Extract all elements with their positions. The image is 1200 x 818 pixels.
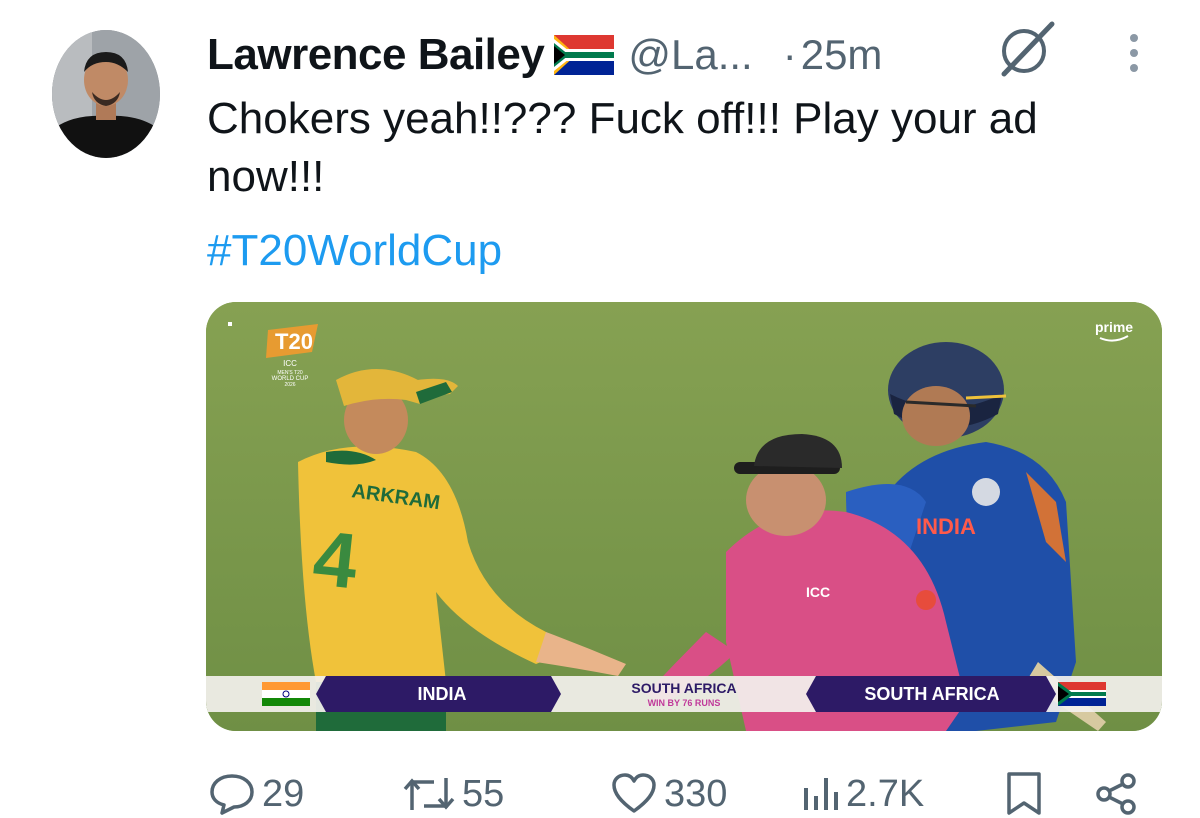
umpire-logo: ICC — [806, 584, 830, 600]
more-icon[interactable] — [1116, 30, 1152, 76]
author-handle[interactable]: @La... — [628, 31, 752, 79]
jersey-number: 4 — [309, 513, 361, 605]
tweet-header: Lawrence Bailey @La... · 25m — [207, 28, 882, 82]
reply-icon — [210, 774, 254, 815]
south-africa-flag-icon — [1058, 682, 1106, 706]
repost-icon — [403, 778, 455, 810]
repost-count: 55 — [462, 772, 505, 815]
broadcaster-logo: prime — [1095, 319, 1133, 335]
tweet-text: Chokers yeah!!??? Fuck off!!! Play your … — [207, 94, 1038, 201]
hashtag-link[interactable]: #T20WorldCup — [207, 222, 502, 280]
views-button[interactable]: 2.7K — [800, 770, 924, 818]
views-icon — [804, 778, 838, 810]
separator-dot: · — [782, 31, 797, 78]
scorebug-team-right: SOUTH AFRICA — [864, 684, 999, 704]
south-africa-flag-icon — [554, 35, 615, 75]
svg-text:T20: T20 — [275, 329, 313, 354]
like-icon — [612, 773, 656, 813]
view-count: 2.7K — [846, 772, 925, 815]
svg-text:2026: 2026 — [284, 382, 295, 388]
svg-text:ICC: ICC — [283, 359, 297, 368]
like-count: 330 — [664, 772, 728, 815]
reply-count: 29 — [262, 772, 305, 815]
scorebug-result-team: SOUTH AFRICA — [631, 680, 736, 696]
live-dot — [228, 322, 232, 326]
share-button[interactable] — [1094, 770, 1138, 818]
scorebug-team-left: INDIA — [418, 684, 467, 704]
reply-button[interactable]: 29 — [208, 770, 304, 818]
scorebug: INDIA SOUTH AFRICA WIN BY 76 RUNS SOUTH … — [206, 676, 1162, 712]
grok-icon[interactable] — [994, 18, 1060, 78]
avatar[interactable] — [52, 30, 160, 158]
bookmark-icon — [1007, 772, 1041, 815]
india-flag-icon — [262, 682, 310, 706]
repost-button[interactable]: 55 — [402, 770, 504, 818]
author-name[interactable]: Lawrence Bailey — [207, 30, 545, 80]
india-jersey-text: INDIA — [916, 514, 976, 539]
scorebug-result-text: WIN BY 76 RUNS — [648, 698, 721, 708]
bookmark-button[interactable] — [1004, 770, 1044, 818]
tweet-media[interactable]: T20 ICC MEN'S T20 WORLD CUP 2026 prime A… — [206, 302, 1162, 731]
share-icon — [1096, 773, 1136, 815]
tweet-time[interactable]: 25m — [801, 31, 883, 79]
like-button[interactable]: 330 — [610, 770, 727, 818]
